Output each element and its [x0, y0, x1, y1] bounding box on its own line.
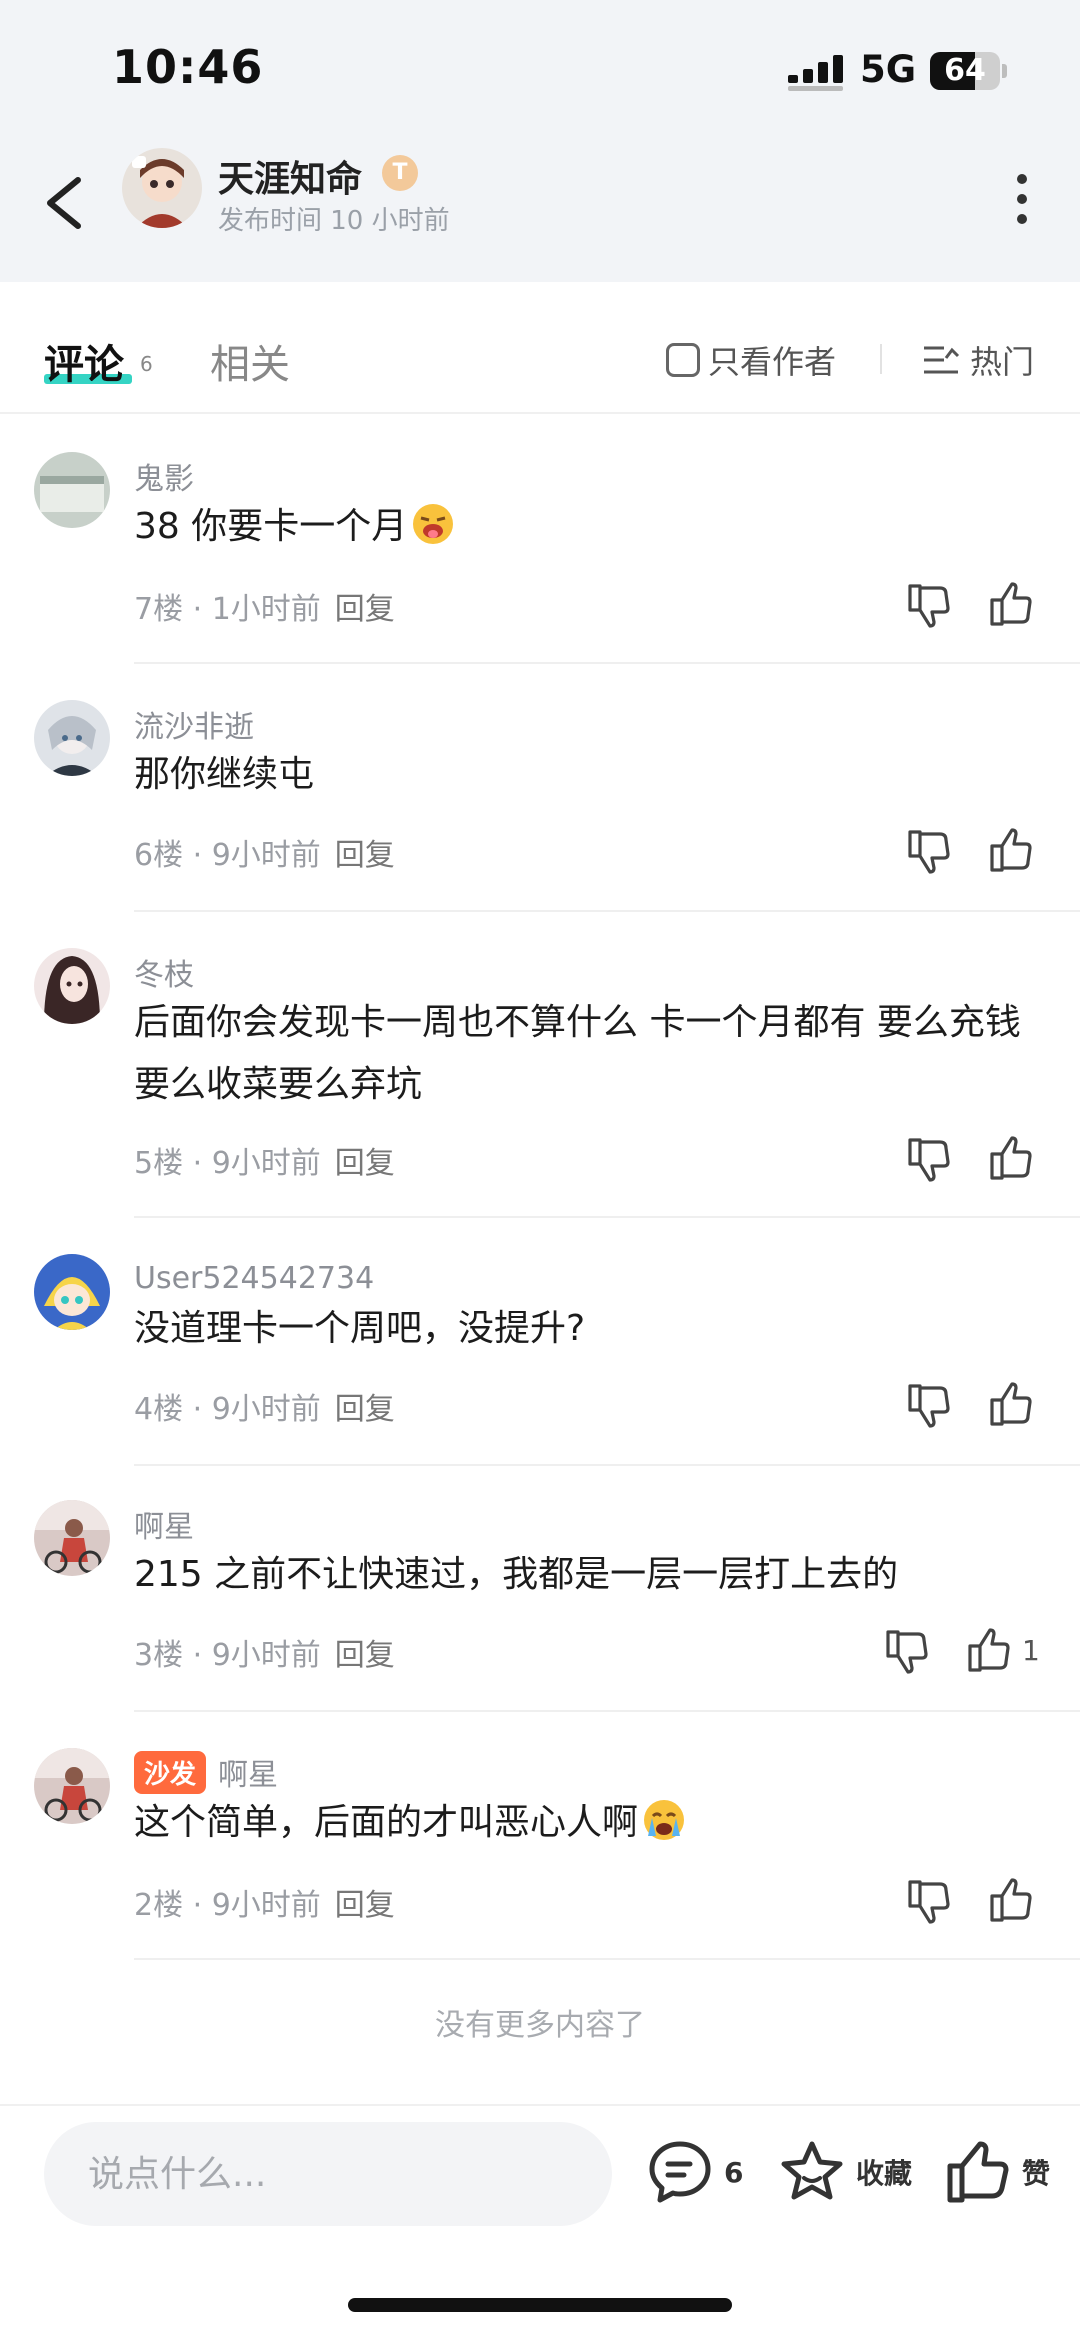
comment-meta: 7楼 · 1小时前 回复 [134, 592, 395, 627]
signal-icon [788, 55, 843, 91]
comment-divider [134, 662, 1080, 664]
home-indicator [348, 2298, 732, 2312]
avatar[interactable] [34, 1748, 110, 1824]
thumbs-up-icon [947, 2141, 1009, 2203]
commenter-name[interactable]: 啊星 [218, 1750, 278, 1794]
reply-button[interactable]: 回复 [335, 838, 395, 873]
tab-comments[interactable]: 评论 [44, 332, 124, 390]
author-only-toggle[interactable]: 只看作者 [666, 337, 836, 383]
post-time: 发布时间 10 小时前 [218, 206, 450, 236]
battery-icon: 64 [930, 52, 1007, 90]
author-only-label: 只看作者 [708, 343, 837, 381]
status-bar: 10:46 5G 64 [0, 0, 1080, 140]
like-icon[interactable] [986, 1876, 1036, 1926]
sort-hot-button[interactable]: 热门 [922, 337, 1034, 383]
star-icon [781, 2141, 843, 2200]
tab-divider [880, 344, 882, 374]
avatar[interactable] [34, 1500, 110, 1576]
like-icon[interactable] [986, 1134, 1036, 1184]
comment-meta: 2楼 · 9小时前 回复 [134, 1888, 395, 1923]
comment-text: 38 你要卡一个月 [134, 496, 1034, 558]
comment-divider [134, 1710, 1080, 1712]
dislike-icon[interactable] [904, 1380, 954, 1430]
author-name[interactable]: 天涯知命 [218, 150, 362, 202]
author-avatar[interactable] [122, 148, 202, 228]
comment-text: 没道理卡一个周吧，没提升? [134, 1308, 586, 1349]
like-icon[interactable] [986, 580, 1036, 630]
reply-button[interactable]: 回复 [335, 1146, 395, 1181]
commenter-name[interactable]: 鬼影 [134, 454, 194, 498]
like-label: 赞 [1022, 2157, 1051, 2190]
more-options-icon[interactable] [1002, 164, 1042, 234]
comment-text: 215 之前不让快速过，我都是一层一层打上去的 [134, 1554, 899, 1595]
avatar[interactable] [34, 948, 110, 1024]
comment-meta: 6楼 · 9小时前 回复 [134, 838, 395, 873]
avatar[interactable] [34, 452, 110, 528]
comment-meta: 4楼 · 9小时前 回复 [134, 1392, 395, 1427]
comment-divider [134, 1464, 1080, 1466]
comment-divider [134, 910, 1080, 912]
reply-button[interactable]: 回复 [335, 592, 395, 627]
tab-comments-count: 6 [140, 352, 153, 376]
comment-bubble-icon [649, 2141, 711, 2203]
avatar[interactable] [34, 700, 110, 776]
sort-label: 热门 [970, 343, 1035, 381]
tab-related[interactable]: 相关 [210, 332, 290, 390]
comment-divider [134, 1216, 1080, 1218]
commenter-name[interactable]: 冬枝 [134, 950, 194, 994]
like-post-button[interactable]: 赞 [944, 2132, 1050, 2212]
crying-emoji-icon [644, 1800, 685, 1840]
comment-input[interactable] [44, 2122, 612, 2226]
commenter-name[interactable]: 啊星 [134, 1502, 194, 1546]
favorite-label: 收藏 [856, 2157, 913, 2190]
comments-button[interactable]: 6 [646, 2132, 743, 2212]
comment-text: 后面你会发现卡一周也不算什么 卡一个月都有 要么充钱要么收菜要么弃坑 [134, 1002, 1021, 1105]
dislike-icon[interactable] [904, 826, 954, 876]
comment-text: 这个简单，后面的才叫恶心人啊 [134, 1792, 1034, 1854]
comment-divider [134, 1958, 1080, 1960]
checkbox-icon[interactable] [666, 343, 700, 377]
commenter-name[interactable]: 流沙非逝 [134, 702, 254, 746]
avatar[interactable] [34, 1254, 110, 1330]
battery-level: 64 [944, 53, 986, 88]
favorite-button[interactable]: 收藏 [778, 2132, 912, 2212]
author-level-badge: T [382, 155, 418, 191]
no-more-content: 没有更多内容了 [435, 2008, 645, 2043]
status-time: 10:46 [112, 40, 264, 94]
nav-bar: 天涯知命 T 发布时间 10 小时前 [0, 140, 1080, 282]
like-count: 1 [1022, 1634, 1040, 1667]
sofa-badge: 沙发 [134, 1750, 207, 1794]
back-icon[interactable] [30, 158, 100, 248]
reply-button[interactable]: 回复 [335, 1638, 395, 1673]
comment-meta: 3楼 · 9小时前 回复 [134, 1638, 395, 1673]
comment-text: 那你继续屯 [134, 754, 315, 795]
comment-input-box[interactable] [44, 2122, 612, 2226]
tab-comments-label: 评论 [44, 342, 124, 388]
sort-icon [924, 346, 960, 374]
network-type: 5G [860, 48, 917, 91]
comment-count: 6 [724, 2155, 744, 2189]
dislike-icon[interactable] [904, 1876, 954, 1926]
dislike-icon[interactable] [882, 1626, 932, 1676]
dislike-icon[interactable] [904, 1134, 954, 1184]
reply-button[interactable]: 回复 [335, 1888, 395, 1923]
comment-meta: 5楼 · 9小时前 回复 [134, 1146, 395, 1181]
dislike-icon[interactable] [904, 580, 954, 630]
commenter-name[interactable]: User524542734 [134, 1261, 374, 1296]
grinning-tongue-emoji-icon [413, 504, 454, 544]
reply-button[interactable]: 回复 [335, 1392, 395, 1427]
like-icon[interactable] [986, 826, 1036, 876]
like-icon[interactable] [986, 1380, 1036, 1430]
like-icon[interactable] [964, 1626, 1014, 1676]
comment-tabs: 评论 6 相关 只看作者 热门 [0, 282, 1080, 414]
